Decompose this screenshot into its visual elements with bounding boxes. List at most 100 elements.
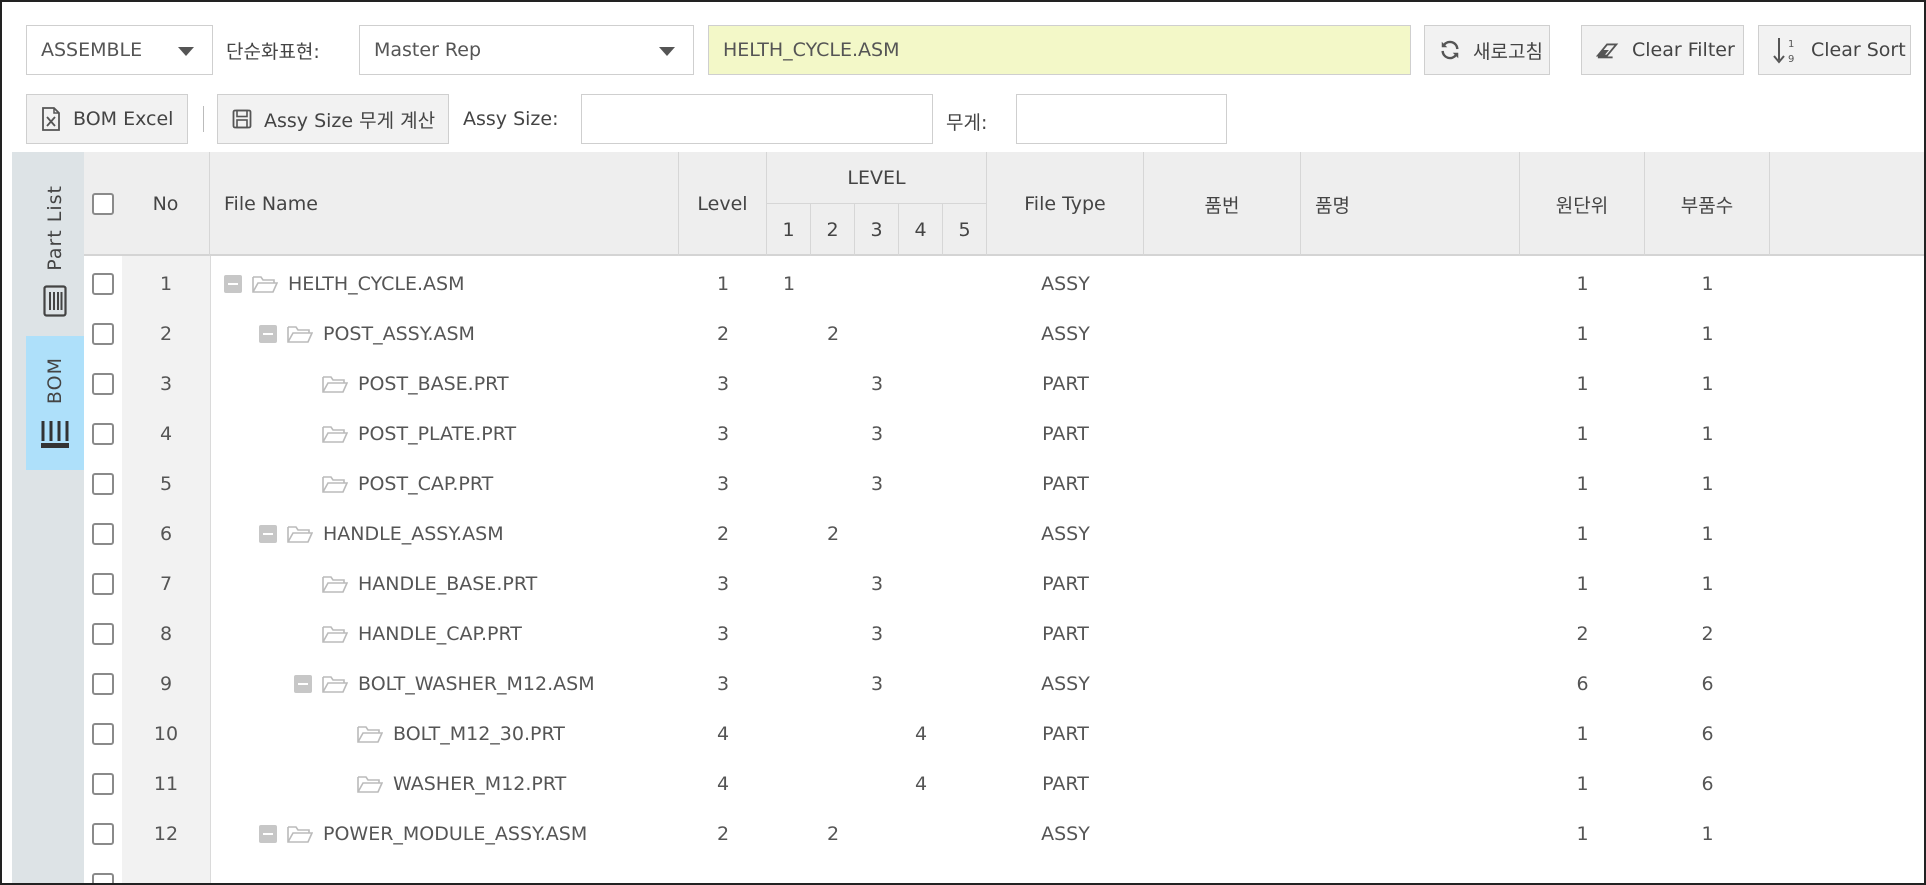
row-select-cell[interactable] bbox=[84, 259, 122, 309]
tab-part-list[interactable]: Part List bbox=[26, 166, 84, 336]
row-select-cell[interactable] bbox=[84, 809, 122, 859]
header-level-1[interactable]: 1 bbox=[767, 204, 811, 256]
row-file-name-cell[interactable]: WASHER_M12.PRT bbox=[329, 759, 679, 809]
row-checkbox[interactable] bbox=[92, 323, 114, 345]
row-checkbox[interactable] bbox=[92, 473, 114, 495]
clear-filter-button[interactable]: Clear Filter bbox=[1581, 25, 1744, 75]
row-file-name-cell[interactable]: POST_ASSY.ASM bbox=[259, 309, 679, 359]
row-select-cell[interactable] bbox=[84, 709, 122, 759]
refresh-button[interactable]: 새로고침 bbox=[1424, 25, 1550, 75]
header-level-5[interactable]: 5 bbox=[943, 204, 987, 256]
row-checkbox[interactable] bbox=[92, 273, 114, 295]
header-qty[interactable]: 부품수 bbox=[1645, 152, 1770, 256]
header-level[interactable]: Level bbox=[679, 152, 767, 256]
table-row[interactable]: 12 POWER_MODULE_ASSY.ASM 2 2 ASSY 1 1 bbox=[84, 809, 1924, 859]
row-select-cell[interactable] bbox=[84, 509, 122, 559]
file-name-field[interactable]: HELTH_CYCLE.ASM bbox=[708, 25, 1411, 75]
row-file-type: PART bbox=[1042, 773, 1089, 795]
table-row[interactable]: 11 WASHER_M12.PRT 4 4 PART 1 6 bbox=[84, 759, 1924, 809]
simplified-rep-select[interactable]: Master Rep bbox=[359, 25, 694, 75]
row-unit: 1 bbox=[1576, 823, 1589, 845]
header-part-no[interactable]: 품번 bbox=[1144, 152, 1301, 256]
row-select-cell[interactable] bbox=[84, 559, 122, 609]
weight-input[interactable] bbox=[1016, 94, 1227, 144]
row-file-name-cell[interactable]: BOLT_WASHER_M12.ASM bbox=[294, 659, 679, 709]
row-select-cell[interactable] bbox=[84, 859, 122, 883]
row-file-name-cell[interactable]: POST_BASE.PRT bbox=[294, 359, 679, 409]
table-row[interactable]: 7 HANDLE_BASE.PRT 3 3 PART 1 1 bbox=[84, 559, 1924, 609]
row-checkbox[interactable] bbox=[92, 423, 114, 445]
table-row[interactable]: 1 HELTH_CYCLE.ASM 1 1 ASSY 1 1 bbox=[84, 259, 1924, 309]
row-file-name-cell[interactable]: HELTH_CYCLE.ASM bbox=[224, 259, 679, 309]
header-select-all[interactable] bbox=[84, 152, 122, 256]
sort-numeric-icon: 19 bbox=[1773, 38, 1794, 65]
row-file-name-cell[interactable]: POST_PLATE.PRT bbox=[294, 409, 679, 459]
row-qty: 1 bbox=[1701, 473, 1714, 495]
header-no[interactable]: No bbox=[122, 152, 210, 256]
folder-icon bbox=[322, 476, 348, 493]
row-select-cell[interactable] bbox=[84, 459, 122, 509]
refresh-label: 새로고침 bbox=[1473, 40, 1543, 63]
select-all-checkbox[interactable] bbox=[92, 193, 114, 215]
collapse-icon[interactable] bbox=[259, 825, 277, 843]
row-select-cell[interactable] bbox=[84, 409, 122, 459]
collapse-icon[interactable] bbox=[259, 525, 277, 543]
row-no: 2 bbox=[159, 323, 173, 345]
row-select-cell[interactable] bbox=[84, 309, 122, 359]
row-file-name-cell[interactable]: HANDLE_BASE.PRT bbox=[294, 559, 679, 609]
row-select-cell[interactable] bbox=[84, 659, 122, 709]
row-file-name-cell[interactable]: HANDLE_CAP.PRT bbox=[294, 609, 679, 659]
clear-sort-button[interactable]: 19 Clear Sort bbox=[1758, 25, 1911, 75]
bom-excel-button[interactable]: BOM Excel bbox=[26, 94, 188, 144]
row-checkbox[interactable] bbox=[92, 373, 114, 395]
tab-part-list-label: Part List bbox=[44, 185, 66, 271]
header-level-3[interactable]: 3 bbox=[855, 204, 899, 256]
header-part-name[interactable]: 품명 bbox=[1301, 152, 1520, 256]
mode-select[interactable]: ASSEMBLE bbox=[26, 25, 213, 75]
row-file-name-cell[interactable]: HANDLE_ASSY.ASM bbox=[259, 509, 679, 559]
row-level: 4 bbox=[716, 723, 730, 745]
row-file-name: POST_BASE.PRT bbox=[358, 373, 509, 395]
collapse-icon[interactable] bbox=[259, 325, 277, 343]
header-level-2[interactable]: 2 bbox=[811, 204, 855, 256]
table-row[interactable]: 9 BOLT_WASHER_M12.ASM 3 3 ASSY 6 6 bbox=[84, 659, 1924, 709]
row-qty: 1 bbox=[1701, 273, 1714, 295]
table-row[interactable]: 8 HANDLE_CAP.PRT 3 3 PART 2 2 bbox=[84, 609, 1924, 659]
table-row[interactable]: 2 POST_ASSY.ASM 2 2 ASSY 1 1 bbox=[84, 309, 1924, 359]
row-no: 1 bbox=[159, 273, 173, 295]
header-file-type[interactable]: File Type bbox=[987, 152, 1144, 256]
tab-bom[interactable]: BOM bbox=[26, 336, 84, 470]
weight-label: 무게: bbox=[946, 112, 988, 134]
table-row[interactable]: 4 POST_PLATE.PRT 3 3 PART 1 1 bbox=[84, 409, 1924, 459]
assy-size-calc-button[interactable]: Assy Size 무게 계산 bbox=[217, 94, 449, 144]
collapse-icon[interactable] bbox=[294, 675, 312, 693]
table-row[interactable]: 3 POST_BASE.PRT 3 3 PART 1 1 bbox=[84, 359, 1924, 409]
row-checkbox[interactable] bbox=[92, 573, 114, 595]
row-file-name-cell[interactable]: BOLT_M12_30.PRT bbox=[329, 709, 679, 759]
table-row[interactable]: 6 HANDLE_ASSY.ASM 2 2 ASSY 1 1 bbox=[84, 509, 1924, 559]
collapse-icon[interactable] bbox=[224, 275, 242, 293]
row-checkbox[interactable] bbox=[92, 623, 114, 645]
row-select-cell[interactable] bbox=[84, 359, 122, 409]
folder-icon bbox=[287, 526, 313, 543]
row-level: 3 bbox=[716, 423, 730, 445]
row-select-cell[interactable] bbox=[84, 759, 122, 809]
row-no: 11 bbox=[153, 773, 179, 795]
assy-size-input[interactable] bbox=[581, 94, 933, 144]
bom-grid: No File Name Level LEVEL 1 2 3 4 5 File … bbox=[84, 152, 1924, 883]
row-select-cell[interactable] bbox=[84, 609, 122, 659]
header-file-name[interactable]: File Name bbox=[210, 152, 679, 256]
header-unit[interactable]: 원단위 bbox=[1520, 152, 1645, 256]
row-checkbox[interactable] bbox=[92, 873, 114, 883]
row-checkbox[interactable] bbox=[92, 723, 114, 745]
row-checkbox[interactable] bbox=[92, 523, 114, 545]
row-checkbox[interactable] bbox=[92, 773, 114, 795]
table-row[interactable]: 5 POST_CAP.PRT 3 3 PART 1 1 bbox=[84, 459, 1924, 509]
row-checkbox[interactable] bbox=[92, 823, 114, 845]
table-row[interactable]: 10 BOLT_M12_30.PRT 4 4 PART 1 6 bbox=[84, 709, 1924, 759]
row-file-name-cell[interactable]: POST_CAP.PRT bbox=[294, 459, 679, 509]
row-file-name-cell[interactable]: POWER_MODULE_ASSY.ASM bbox=[259, 809, 679, 859]
header-level-4[interactable]: 4 bbox=[899, 204, 943, 256]
row-checkbox[interactable] bbox=[92, 673, 114, 695]
assy-size-calc-label: Assy Size 무게 계산 bbox=[264, 109, 436, 132]
